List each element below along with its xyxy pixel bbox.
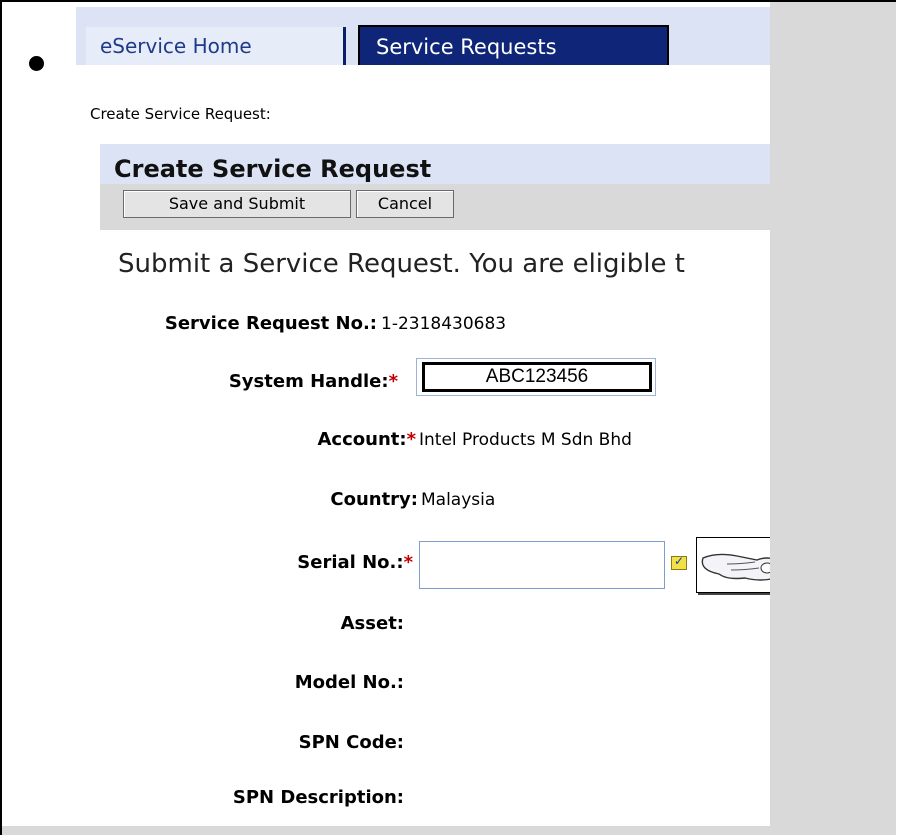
pointing-hand-icon (696, 537, 770, 593)
sr-number-label: Service Request No.: (164, 313, 377, 334)
section-title: Create Service Request (100, 144, 770, 184)
slide-background-bottom (2, 826, 770, 835)
system-handle-label: System Handle:* (228, 371, 398, 392)
form-toolbar: Save and Submit Cancel (100, 184, 770, 230)
spn-code-label: SPN Code: (298, 732, 404, 753)
tab-bar: eService Home Service Requests (76, 7, 770, 65)
required-marker: * (388, 371, 398, 392)
serial-number-label: Serial No.:* (297, 552, 413, 573)
screenshot-panel: eService Home Service Requests Create Se… (76, 7, 770, 826)
breadcrumb: Create Service Request: (90, 105, 271, 123)
serial-number-input[interactable] (419, 541, 665, 589)
save-and-submit-button[interactable]: Save and Submit (123, 190, 351, 218)
model-number-label: Model No.: (294, 672, 404, 693)
asset-label: Asset: (340, 613, 404, 634)
bullet-point (29, 56, 44, 71)
slide-background-right (770, 2, 896, 835)
spn-description-label: SPN Description: (232, 787, 404, 808)
country-value: Malaysia (421, 490, 496, 510)
cancel-button[interactable]: Cancel (356, 190, 454, 218)
country-label: Country: (330, 489, 418, 510)
sr-number-value: 1-2318430683 (381, 314, 507, 334)
account-value: Intel Products M Sdn Bhd (419, 430, 632, 450)
tab-service-requests[interactable]: Service Requests (358, 25, 669, 65)
pick-list-icon[interactable] (671, 554, 687, 570)
tab-eservice-home[interactable]: eService Home (86, 27, 346, 65)
system-handle-highlight: ABC123456 (422, 362, 652, 392)
required-marker: * (406, 429, 416, 450)
intro-text: Submit a Service Request. You are eligib… (118, 249, 685, 279)
account-label: Account:* (317, 429, 417, 450)
required-marker: * (403, 552, 413, 573)
